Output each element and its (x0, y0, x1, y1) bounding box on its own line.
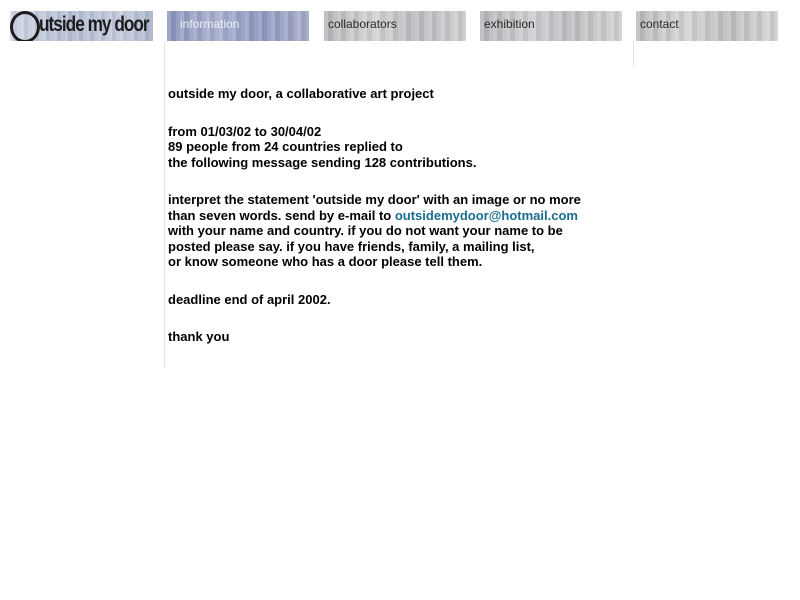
nav-tab-collaborators[interactable]: collaborators (324, 11, 466, 41)
message-paragraph: interpret the statement 'outside my door… (168, 192, 608, 270)
nav-tab-label: contact (640, 17, 679, 31)
logo-text: utside my door (39, 13, 150, 36)
closing-text: thank you (168, 329, 230, 344)
message-line-prefix: than seven words. send by e-mail to (168, 207, 395, 223)
stats-paragraph: from 01/03/02 to 30/04/02 89 people from… (168, 124, 608, 171)
deadline-text: deadline end of april 2002. (168, 291, 331, 307)
message-line: interpret the statement 'outside my door… (168, 192, 581, 207)
stats-participants: 89 people from 24 countries replied to (168, 139, 403, 154)
nav-tab-label: exhibition (484, 17, 535, 31)
nav-tab-contact[interactable]: contact (636, 11, 778, 41)
nav-tab-label: information (180, 17, 240, 31)
content-left-divider (164, 41, 165, 368)
deadline-paragraph: deadline end of april 2002. (168, 292, 608, 308)
message-line: posted please say. if you have friends, … (168, 238, 535, 254)
message-line: with your name and country. if you do no… (168, 223, 563, 238)
stats-contributions: the following message sending 128 contri… (168, 154, 477, 170)
stats-date-range: from 01/03/02 to 30/04/02 (168, 123, 322, 139)
closing-paragraph: thank you (168, 329, 608, 345)
logo-letter-o (10, 11, 40, 41)
nav-tab-label: collaborators (328, 17, 397, 31)
message-line: or know someone who has a door please te… (168, 254, 483, 269)
project-title: outside my door, a collaborative art pro… (168, 86, 434, 101)
email-link[interactable]: outsidemydoor@hotmail.com (395, 208, 578, 223)
message-line-with-email: than seven words. send by e-mail to outs… (168, 208, 608, 224)
main-content: outside my door, a collaborative art pro… (168, 86, 608, 367)
content-right-divider (633, 41, 634, 66)
nav-tab-exhibition[interactable]: exhibition (480, 11, 622, 41)
project-title-paragraph: outside my door, a collaborative art pro… (168, 86, 608, 102)
nav-tab-information[interactable]: information (167, 11, 309, 41)
site-logo[interactable]: utside my door (10, 11, 153, 41)
